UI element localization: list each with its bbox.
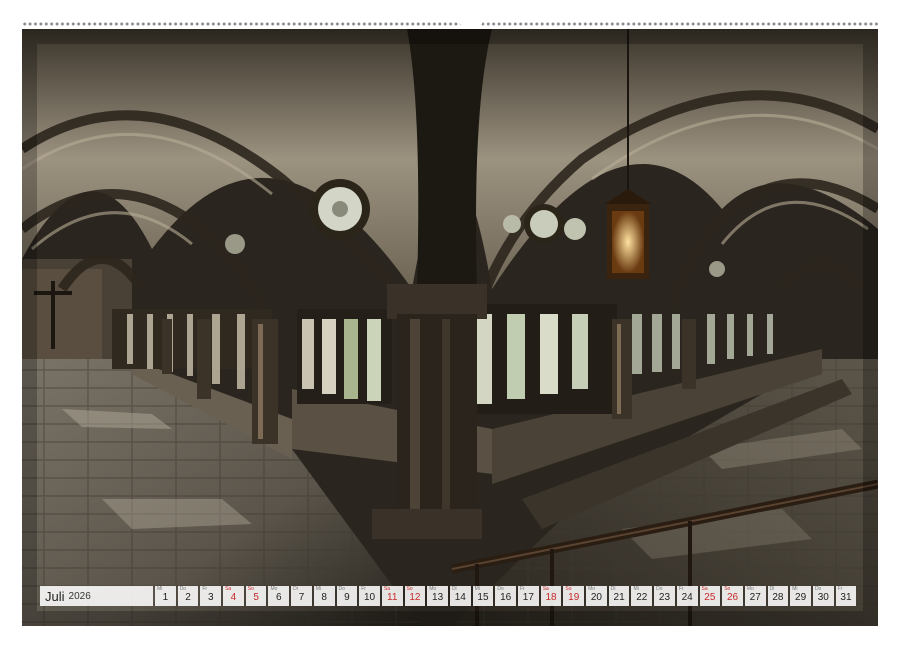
day-number: 27 [745,591,766,604]
binding-holes [22,22,878,26]
month-name: Juli [45,589,65,604]
day-cell: Mo6 [268,586,289,606]
day-number: 25 [700,591,721,604]
day-cell: Di14 [450,586,471,606]
day-cell: Do23 [654,586,675,606]
day-cells: Mi1Do2Fr3Sa4So5Mo6Di7Mi8Do9Fr10Sa11So12M… [155,586,858,606]
day-cell: Do30 [813,586,834,606]
day-number: 26 [722,591,743,604]
day-number: 3 [200,591,221,604]
day-cell: Do16 [495,586,516,606]
day-number: 1 [155,591,176,604]
day-cell: So12 [405,586,426,606]
day-number: 14 [450,591,471,604]
year-label: 2026 [69,591,91,602]
day-number: 7 [291,591,312,604]
day-number: 18 [541,591,562,604]
day-number: 30 [813,591,834,604]
day-cell: So5 [246,586,267,606]
day-cell: Di21 [609,586,630,606]
month-label-box: Juli 2026 [40,586,153,606]
day-cell: Sa25 [700,586,721,606]
day-cell: Sa18 [541,586,562,606]
cloister-photo [22,29,878,626]
day-cell: Di28 [768,586,789,606]
day-number: 20 [586,591,607,604]
day-number: 22 [631,591,652,604]
day-cell: Mo13 [427,586,448,606]
day-cell: Mi15 [473,586,494,606]
day-number: 10 [359,591,380,604]
day-cell: Mi29 [790,586,811,606]
day-cell: Mi22 [631,586,652,606]
day-number: 8 [314,591,335,604]
day-cell: Fr31 [836,586,857,606]
day-cell: Mi8 [314,586,335,606]
day-number: 28 [768,591,789,604]
day-cell: Fr17 [518,586,539,606]
day-number: 23 [654,591,675,604]
day-cell: Mo27 [745,586,766,606]
day-cell: Fr24 [677,586,698,606]
day-number: 29 [790,591,811,604]
day-cell: Do9 [337,586,358,606]
day-number: 11 [382,591,403,604]
day-cell: Sa4 [223,586,244,606]
day-cell: Fr10 [359,586,380,606]
day-number: 12 [405,591,426,604]
day-cell: Fr3 [200,586,221,606]
day-number: 6 [268,591,289,604]
calendar-strip: Juli 2026 Mi1Do2Fr3Sa4So5Mo6Di7Mi8Do9Fr1… [40,586,858,606]
day-number: 13 [427,591,448,604]
day-number: 16 [495,591,516,604]
day-number: 5 [246,591,267,604]
day-number: 15 [473,591,494,604]
day-number: 9 [337,591,358,604]
day-cell: So26 [722,586,743,606]
day-cell: Do2 [178,586,199,606]
day-cell: Mi1 [155,586,176,606]
day-number: 17 [518,591,539,604]
day-number: 24 [677,591,698,604]
day-number: 21 [609,591,630,604]
day-number: 19 [563,591,584,604]
day-cell: So19 [563,586,584,606]
day-cell: Mo20 [586,586,607,606]
day-number: 4 [223,591,244,604]
day-number: 2 [178,591,199,604]
day-cell: Sa11 [382,586,403,606]
day-number: 31 [836,591,857,604]
spiral-binding [22,19,878,29]
day-cell: Di7 [291,586,312,606]
